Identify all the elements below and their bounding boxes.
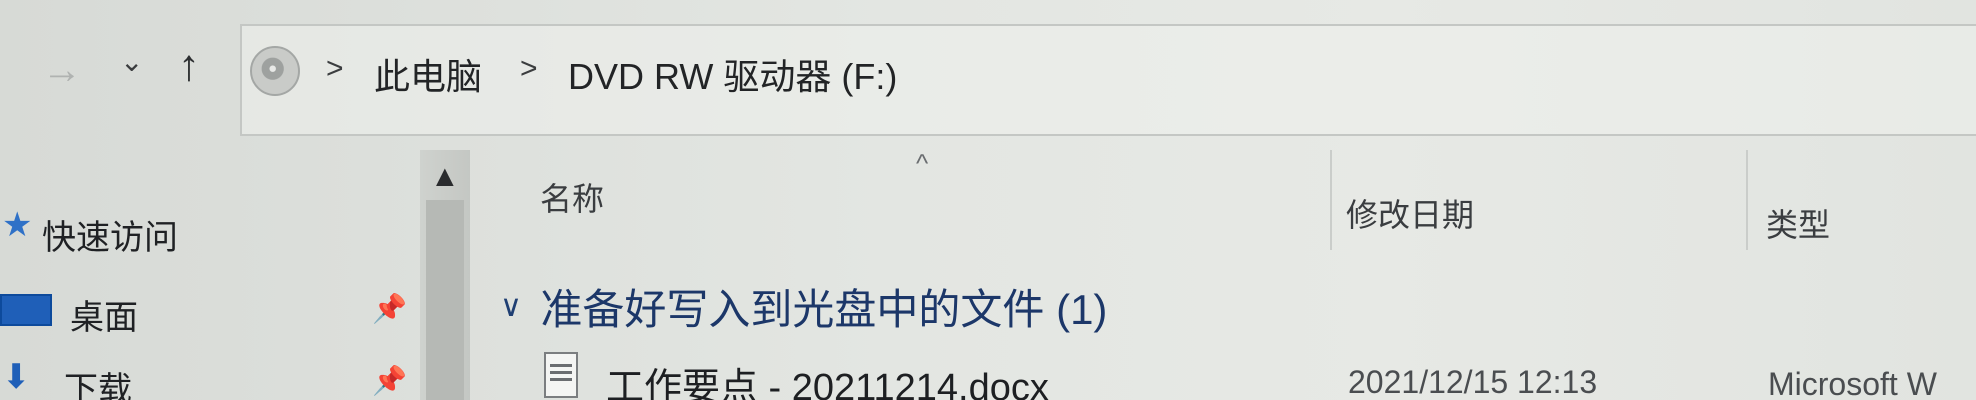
recent-locations-icon[interactable]: ⌄ xyxy=(120,48,143,76)
column-divider[interactable] xyxy=(1330,150,1332,250)
up-arrow-icon[interactable]: ↑ xyxy=(178,44,200,88)
file-name: 工作要点 - 20211214.docx xyxy=(606,367,1049,400)
column-header-date-modified[interactable]: 修改日期 xyxy=(1346,190,1474,236)
sidebar-item-label: 下载 xyxy=(64,371,132,400)
sidebar-item-quick-access[interactable]: ★ 快速访问 xyxy=(0,200,420,260)
chevron-down-icon[interactable]: ∨ xyxy=(500,289,522,324)
sidebar-item-label: 快速访问 xyxy=(42,219,178,257)
column-header-name[interactable]: 名称 xyxy=(540,174,604,220)
breadcrumb-this-pc[interactable]: 此电脑 xyxy=(374,48,482,100)
column-header-type[interactable]: 类型 xyxy=(1766,200,1830,246)
desktop-icon xyxy=(0,294,52,326)
sort-ascending-icon: ^ xyxy=(916,148,929,178)
download-icon: ⬇ xyxy=(2,358,31,396)
breadcrumb-separator-icon[interactable]: > xyxy=(326,52,344,86)
scroll-up-icon[interactable]: ▲ xyxy=(430,160,460,194)
file-group-header[interactable]: ∨ 准备好写入到光盘中的文件 (1) xyxy=(500,276,1107,337)
file-row[interactable]: 工作要点 - 20211214.docx 2021/12/15 12:13 Mi… xyxy=(540,350,1976,400)
forward-icon[interactable]: → xyxy=(42,50,82,90)
disc-drive-icon xyxy=(250,46,300,96)
document-icon xyxy=(544,352,578,398)
star-icon: ★ xyxy=(2,206,33,244)
sidebar-item-desktop[interactable]: 桌面 📌 xyxy=(0,280,420,340)
sidebar-item-label: 桌面 xyxy=(70,299,138,337)
pin-icon[interactable]: 📌 xyxy=(372,364,407,397)
pin-icon[interactable]: 📌 xyxy=(372,292,407,325)
breadcrumb-dvd-drive[interactable]: DVD RW 驱动器 (F:) xyxy=(568,48,897,100)
address-bar[interactable] xyxy=(240,24,1976,136)
file-type: Microsoft W xyxy=(1768,366,1937,400)
sidebar-item-downloads[interactable]: ⬇ 下载 📌 xyxy=(0,352,420,400)
sidebar-scroll-thumb[interactable] xyxy=(426,200,464,400)
file-date-modified: 2021/12/15 12:13 xyxy=(1348,364,1598,400)
column-divider[interactable] xyxy=(1746,150,1748,250)
group-title: 准备好写入到光盘中的文件 (1) xyxy=(540,286,1108,333)
file-explorer-window: → ⌄ ↑ > 此电脑 > DVD RW 驱动器 (F:) ▲ ★ 快速访问 桌… xyxy=(0,0,1976,400)
breadcrumb-separator-icon[interactable]: > xyxy=(520,52,538,86)
